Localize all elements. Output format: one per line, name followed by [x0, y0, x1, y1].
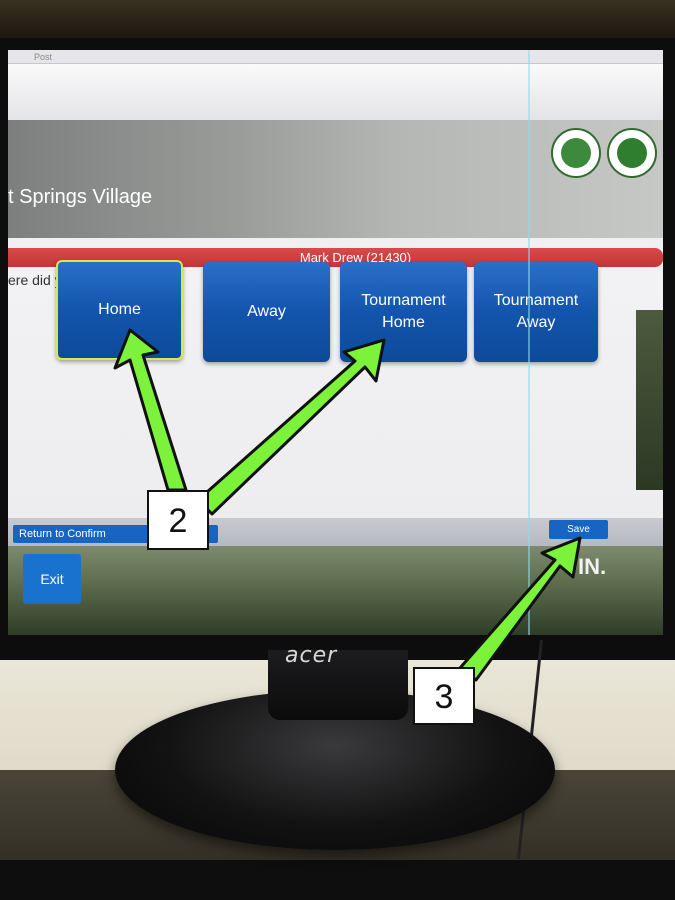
- amga-seal-icon: [607, 128, 657, 178]
- golf-course-strip: [8, 546, 663, 635]
- monitor-screen: Post t Springs Village Mark Drew (21430)…: [8, 50, 663, 635]
- exit-button[interactable]: Exit: [23, 554, 81, 604]
- monitor-brand-logo: acer: [285, 643, 338, 668]
- tournament-home-button[interactable]: Tournament Home: [340, 262, 467, 362]
- background-tree: [636, 310, 663, 490]
- tournament-away-button[interactable]: Tournament Away: [474, 262, 598, 362]
- screen-glare: [528, 50, 530, 635]
- club-name: t Springs Village: [8, 186, 153, 208]
- away-label: Away: [247, 303, 286, 320]
- home-button[interactable]: Home: [56, 260, 183, 360]
- home-label: Home: [98, 301, 141, 318]
- keyboard-strip: [0, 860, 675, 900]
- away-button[interactable]: Away: [203, 262, 330, 362]
- window-titlebar: Post: [8, 50, 663, 64]
- tournament-away-label: Tournament Away: [493, 292, 579, 331]
- state-golf-association-seal-icon: [551, 128, 601, 178]
- return-to-confirm-button[interactable]: Return to Confirm: [13, 525, 218, 543]
- tournament-home-label: Tournament Home: [361, 292, 446, 331]
- save-button[interactable]: Save: [549, 520, 608, 539]
- corner-logo-text: IN.: [578, 554, 607, 579]
- app-top-band: [8, 64, 663, 120]
